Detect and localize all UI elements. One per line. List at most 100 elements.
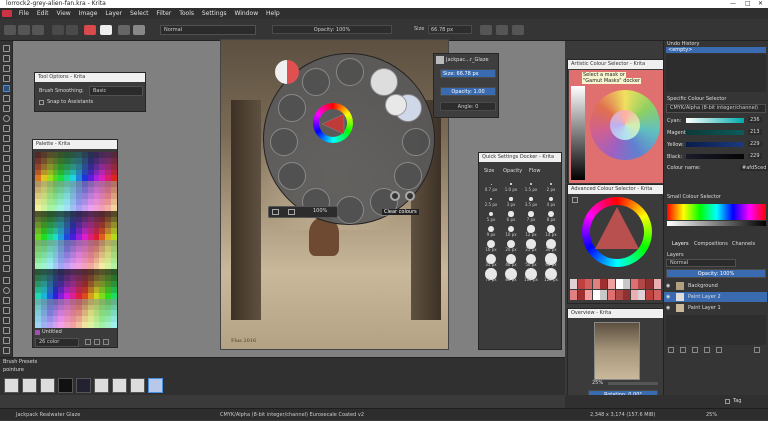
menu-layer[interactable]: Layer xyxy=(102,8,125,19)
history-color-chip[interactable] xyxy=(592,290,600,300)
menu-edit[interactable]: Edit xyxy=(34,8,52,19)
palette-swatches[interactable] xyxy=(35,152,117,328)
pattern-icon[interactable] xyxy=(133,25,145,35)
popup-slot-12[interactable] xyxy=(302,68,330,96)
rectangle-tool-icon[interactable] xyxy=(3,105,10,112)
history-color-chip[interactable] xyxy=(600,290,608,300)
channel-yellow-slider[interactable] xyxy=(686,142,744,147)
open-document-icon[interactable] xyxy=(18,25,30,35)
play-icon[interactable] xyxy=(512,25,524,35)
overview-zoom-slider[interactable] xyxy=(608,382,658,385)
quick-tab-size[interactable]: Size xyxy=(484,168,494,174)
contiguous-select-tool-icon[interactable] xyxy=(3,317,10,324)
palette-edit-icon[interactable] xyxy=(94,339,100,345)
colour-model-select[interactable]: CMYK/Alpha (8-bit integer/channel) xyxy=(666,104,766,113)
similar-select-tool-icon[interactable] xyxy=(3,327,10,334)
history-color-chip[interactable] xyxy=(600,279,608,289)
menu-tools[interactable]: Tools xyxy=(176,8,197,19)
quick-size-dot[interactable] xyxy=(548,196,554,202)
polyline-tool-icon[interactable] xyxy=(3,135,10,142)
edit-shape-tool-icon[interactable] xyxy=(3,65,10,72)
minimize-button[interactable]: — xyxy=(730,0,736,8)
popup-clear-dot-1[interactable] xyxy=(390,191,400,201)
layer-blend-select[interactable]: Normal xyxy=(666,259,736,267)
brush-tool-icon[interactable] xyxy=(3,85,10,92)
history-color-chip[interactable] xyxy=(646,290,653,300)
brush-preset-9-selected[interactable] xyxy=(148,378,163,393)
menu-file[interactable]: File xyxy=(16,8,32,19)
history-color-chip[interactable] xyxy=(585,290,593,300)
popup-slot-5[interactable] xyxy=(394,162,422,190)
status-zoom[interactable]: 25% xyxy=(706,409,717,421)
brush-preset-8[interactable] xyxy=(130,378,145,393)
popup-fg-bg-colors[interactable] xyxy=(275,60,299,84)
popup-slot-7[interactable] xyxy=(336,196,364,224)
history-color-chip[interactable] xyxy=(577,290,585,300)
popup-zoom-value[interactable]: 100% xyxy=(313,208,327,214)
menu-window[interactable]: Window xyxy=(231,8,261,19)
new-document-icon[interactable] xyxy=(4,25,16,35)
save-icon[interactable] xyxy=(32,25,44,35)
palette-set-select[interactable]: 26 color xyxy=(35,338,79,347)
quick-size-dot[interactable] xyxy=(490,183,492,185)
magnetic-select-tool-icon[interactable] xyxy=(3,347,10,354)
channel-yellow-value[interactable]: 229 xyxy=(748,141,762,147)
crop-tool-icon[interactable] xyxy=(3,205,10,212)
history-color-chip[interactable] xyxy=(646,279,653,289)
history-color-chip[interactable] xyxy=(608,290,615,300)
tab-compositions[interactable]: Compositions xyxy=(694,241,728,247)
palette-swatch[interactable] xyxy=(111,322,117,328)
quick-size-dot[interactable] xyxy=(528,211,534,217)
opacity-slider[interactable]: Opacity: 100% xyxy=(272,25,392,34)
maximize-button[interactable]: □ xyxy=(745,0,751,8)
gradient-icon[interactable] xyxy=(118,25,130,35)
layer-properties-icon[interactable] xyxy=(716,347,722,353)
layer-opacity-slider[interactable]: Opacity: 100% xyxy=(666,269,766,278)
color-sampler-tool-icon[interactable] xyxy=(3,225,10,232)
advanced-settings-icon[interactable] xyxy=(572,197,578,203)
ellipse-select-tool-icon[interactable] xyxy=(3,287,10,294)
popup-slot-11[interactable] xyxy=(278,94,306,122)
quick-size-dot[interactable] xyxy=(549,182,553,186)
palette-remove-icon[interactable] xyxy=(103,339,109,345)
snap-assistants-checkbox[interactable] xyxy=(39,100,44,105)
history-color-chip[interactable] xyxy=(615,279,623,289)
quick-tab-flow[interactable]: Flow xyxy=(529,168,540,174)
quick-size-dot[interactable] xyxy=(529,197,533,201)
quick-size-dot[interactable] xyxy=(509,197,513,201)
popup-fit-icon[interactable] xyxy=(288,209,295,215)
quick-size-dot[interactable] xyxy=(488,211,494,217)
layer-row-background[interactable]: ◉ Background xyxy=(664,281,767,291)
calligraphy-tool-icon[interactable] xyxy=(3,75,10,82)
history-color-chip[interactable] xyxy=(608,279,615,289)
close-button[interactable]: ✕ xyxy=(758,0,763,8)
brush-presets-tag[interactable]: pointure xyxy=(3,367,24,373)
palette-add-icon[interactable] xyxy=(85,339,91,345)
advanced-color-history[interactable] xyxy=(570,279,663,301)
history-color-chip[interactable] xyxy=(630,290,638,300)
history-color-chip[interactable] xyxy=(592,279,600,289)
assistant-tool-icon[interactable] xyxy=(3,245,10,252)
overview-thumbnail[interactable] xyxy=(594,322,640,380)
quick-size-grid[interactable]: 0.7 px 1.0 px 1.5 px 2 px 2.5 px 3 px 3.5 px 4 … xyxy=(481,178,561,348)
move-layer-up-icon[interactable] xyxy=(692,347,698,353)
channel-cyan-value[interactable]: 236 xyxy=(748,117,762,123)
foreground-color-swatch[interactable] xyxy=(84,25,96,35)
move-layer-down-icon[interactable] xyxy=(704,347,710,353)
channel-cyan-slider[interactable] xyxy=(686,118,744,123)
gradient-tool-icon[interactable] xyxy=(3,215,10,222)
line-tool-icon[interactable] xyxy=(3,95,10,102)
tab-channels[interactable]: Channels xyxy=(732,241,755,247)
quick-tab-opacity[interactable]: Opacity xyxy=(503,168,522,174)
history-color-chip[interactable] xyxy=(615,290,623,300)
menu-help[interactable]: Help xyxy=(263,8,283,19)
multibrush-tool-icon[interactable] xyxy=(3,175,10,182)
menu-select[interactable]: Select xyxy=(127,8,152,19)
move-tool-icon[interactable] xyxy=(3,195,10,202)
brush-preset-4[interactable] xyxy=(58,378,73,393)
layer-row-paint-layer-2[interactable]: ◉ Paint Layer 2 xyxy=(664,292,767,302)
popup-slot-9[interactable] xyxy=(278,162,306,190)
select-shape-tool-icon[interactable] xyxy=(3,45,10,52)
history-color-chip[interactable] xyxy=(585,279,593,289)
brush-preset-5[interactable] xyxy=(76,378,91,393)
